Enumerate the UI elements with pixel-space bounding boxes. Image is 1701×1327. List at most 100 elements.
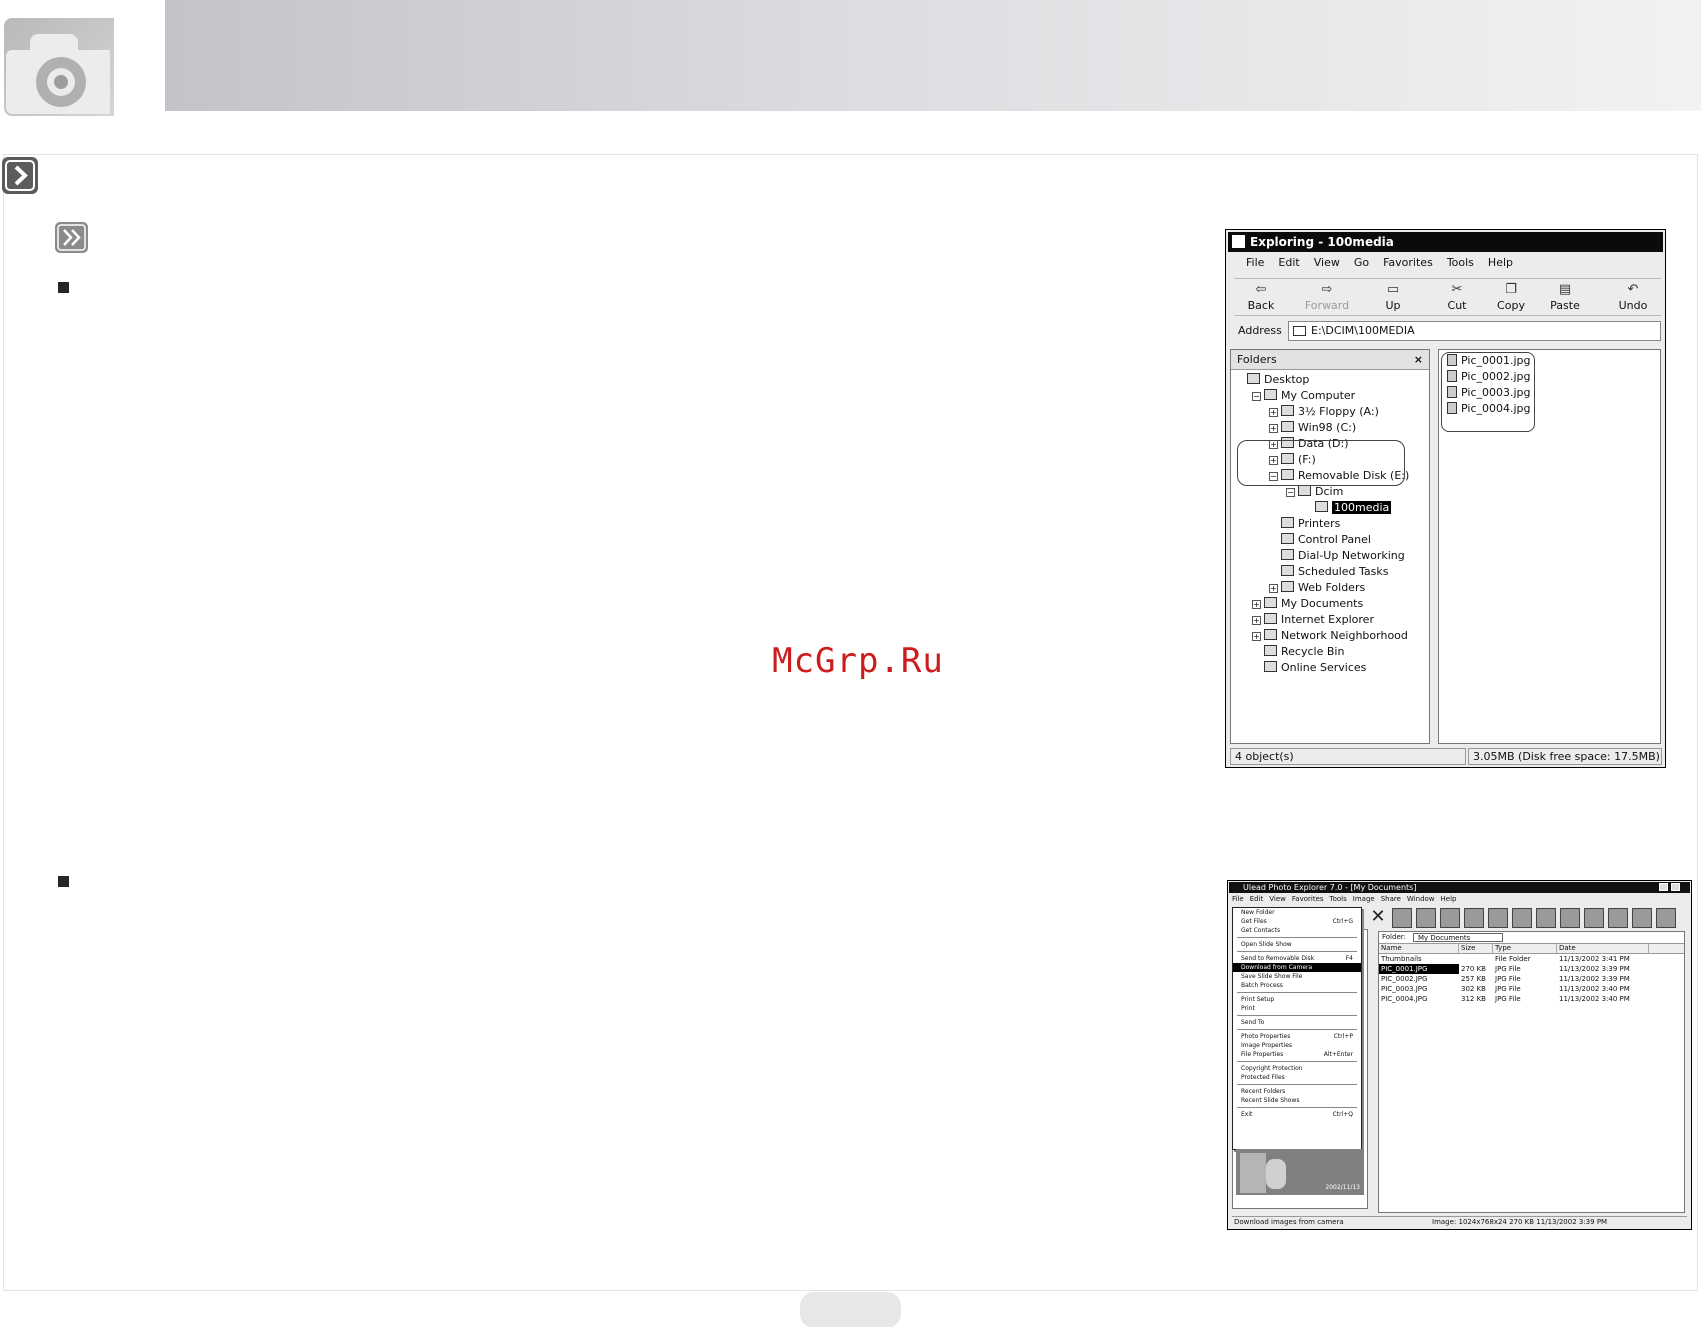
toolbar-icon[interactable] xyxy=(1536,908,1556,928)
column-date[interactable]: Date xyxy=(1557,944,1649,953)
file-menu-item[interactable]: Get Contacts xyxy=(1233,926,1361,935)
file-menu-item[interactable]: Copyright Protection xyxy=(1233,1064,1361,1073)
tree-item[interactable]: + My Documents xyxy=(1231,596,1429,612)
file-menu-item[interactable]: Photo Properties Ctrl+P xyxy=(1233,1032,1361,1041)
media-menu-item[interactable]: Tools xyxy=(1330,895,1347,905)
status-size: 3.05MB (Disk free space: 17.5MB) xyxy=(1468,748,1662,765)
cut-button[interactable]: ✂ Cut xyxy=(1434,281,1480,315)
table-cell-size xyxy=(1459,954,1493,964)
toolbar-icon[interactable] xyxy=(1656,908,1676,928)
tree-item[interactable]: + Web Folders xyxy=(1231,580,1429,596)
file-menu-item[interactable]: Recent Folders xyxy=(1233,1087,1361,1096)
tree-item[interactable]: + Network Neighborhood xyxy=(1231,628,1429,644)
tree-item[interactable]: Printers xyxy=(1231,516,1429,532)
toolbar-icon[interactable] xyxy=(1632,908,1652,928)
column-name[interactable]: Name xyxy=(1379,944,1459,953)
close-icon[interactable]: × xyxy=(1414,350,1423,370)
menu-file[interactable]: File xyxy=(1246,256,1264,272)
tree-item[interactable]: Recycle Bin xyxy=(1231,644,1429,660)
media-menu-item[interactable]: View xyxy=(1269,895,1286,905)
collapse-icon[interactable]: − xyxy=(1252,392,1261,401)
tree-item[interactable]: Scheduled Tasks xyxy=(1231,564,1429,580)
minimize-icon[interactable] xyxy=(1659,883,1668,891)
tree-item[interactable]: +3½ Floppy (A:) xyxy=(1231,404,1429,420)
expand-icon[interactable]: + xyxy=(1252,600,1261,609)
file-menu-item[interactable]: New Folder xyxy=(1233,908,1361,917)
address-input[interactable]: E:\DCIM\100MEDIA xyxy=(1288,321,1661,341)
toolbar-icon[interactable] xyxy=(1512,908,1532,928)
file-menu-item[interactable]: Print xyxy=(1233,1004,1361,1013)
file-menu-item[interactable]: Send to Removable Disk F4 xyxy=(1233,954,1361,963)
table-row[interactable]: PIC_0004.JPG 312 KB JPG File 11/13/2002 3:4… xyxy=(1379,994,1684,1004)
expand-icon[interactable]: + xyxy=(1252,616,1261,625)
file-menu-item[interactable]: Get Files Ctrl+G xyxy=(1233,917,1361,926)
table-row[interactable]: PIC_0002.JPG 257 KB JPG File 11/13/2002 3:3… xyxy=(1379,974,1684,984)
file-menu-item[interactable]: Recent Slide Shows xyxy=(1233,1096,1361,1105)
toolbar-icon[interactable] xyxy=(1440,908,1460,928)
toolbar-icon[interactable] xyxy=(1560,908,1580,928)
copy-button[interactable]: ❐ Copy xyxy=(1488,281,1534,315)
media-menu-item[interactable]: File xyxy=(1232,895,1244,905)
file-menu-item[interactable]: Download from Camera xyxy=(1233,963,1361,972)
column-size[interactable]: Size xyxy=(1459,944,1493,953)
expand-icon[interactable]: + xyxy=(1269,408,1278,417)
file-menu-item[interactable]: Exit Ctrl+Q xyxy=(1233,1110,1361,1119)
media-address-input[interactable]: My Documents xyxy=(1413,933,1503,942)
toolbar-icon[interactable] xyxy=(1392,908,1412,928)
menu-help[interactable]: Help xyxy=(1488,256,1513,272)
delete-icon[interactable]: ✕ xyxy=(1368,908,1388,928)
media-menu-item[interactable]: Favorites xyxy=(1292,895,1324,905)
menu-favorites[interactable]: Favorites xyxy=(1383,256,1433,272)
toolbar-icon[interactable] xyxy=(1488,908,1508,928)
tree-item[interactable]: − My Computer xyxy=(1231,388,1429,404)
toolbar-icon[interactable] xyxy=(1584,908,1604,928)
table-row[interactable]: PIC_0001.JPG 270 KB JPG File 11/13/2002 3:3… xyxy=(1379,964,1684,974)
menu-view[interactable]: View xyxy=(1314,256,1340,272)
paste-button[interactable]: ▤ Paste xyxy=(1542,281,1588,315)
file-menu-item[interactable]: Batch Process xyxy=(1233,981,1361,990)
media-menu-item[interactable]: Window xyxy=(1407,895,1435,905)
menu-go[interactable]: Go xyxy=(1354,256,1369,272)
close-icon[interactable] xyxy=(1671,883,1680,891)
file-menu-item[interactable]: Protected Files xyxy=(1233,1073,1361,1082)
file-menu-item[interactable]: Image Properties xyxy=(1233,1041,1361,1050)
media-menu-item[interactable]: Help xyxy=(1441,895,1457,905)
file-menu-item[interactable]: Send To xyxy=(1233,1018,1361,1027)
status-bar: 4 object(s) 3.05MB (Disk free space: 17.… xyxy=(1230,748,1662,765)
toolbar-icon[interactable] xyxy=(1608,908,1628,928)
tree-item[interactable]: − Dcim xyxy=(1231,484,1429,500)
table-row[interactable]: Thumbnails File Folder 11/13/2002 3:41 PM xyxy=(1379,954,1684,964)
tree-item[interactable]: Dial-Up Networking xyxy=(1231,548,1429,564)
file-menu-item[interactable]: Open Slide Show xyxy=(1233,940,1361,949)
tree-item[interactable]: + Internet Explorer xyxy=(1231,612,1429,628)
media-menu-item[interactable]: Edit xyxy=(1250,895,1264,905)
file-menu-item[interactable]: Save Slide Show File xyxy=(1233,972,1361,981)
column-type[interactable]: Type xyxy=(1493,944,1557,953)
file-menu-item[interactable]: File Properties Alt+Enter xyxy=(1233,1050,1361,1059)
tree-item[interactable]: Online Services xyxy=(1231,660,1429,676)
table-row[interactable]: PIC_0003.JPG 302 KB JPG File 11/13/2002 3:4… xyxy=(1379,984,1684,994)
tree-item[interactable]: 100media xyxy=(1231,500,1429,516)
collapse-icon[interactable]: − xyxy=(1286,488,1295,497)
tree-item[interactable]: + Win98 (C:) xyxy=(1231,420,1429,436)
tree-item-label: Dial-Up Networking xyxy=(1298,549,1405,562)
media-menu-item[interactable]: Image xyxy=(1353,895,1375,905)
expand-icon[interactable]: + xyxy=(1252,632,1261,641)
tree-item[interactable]: Desktop xyxy=(1231,372,1429,388)
back-button[interactable]: ⇦ Back xyxy=(1238,281,1284,315)
toolbar-icon[interactable] xyxy=(1416,908,1436,928)
menu-edit[interactable]: Edit xyxy=(1278,256,1299,272)
tree-item[interactable]: Control Panel xyxy=(1231,532,1429,548)
file-menu-item[interactable]: Print Setup xyxy=(1233,995,1361,1004)
tree-item-label: 3½ Floppy (A:) xyxy=(1298,405,1379,418)
forward-button[interactable]: ⇨ Forward xyxy=(1304,281,1350,315)
table-cell-name: PIC_0004.JPG xyxy=(1381,995,1428,1003)
undo-button[interactable]: ↶ Undo xyxy=(1610,281,1656,315)
expand-icon[interactable]: + xyxy=(1269,584,1278,593)
toolbar-icon[interactable] xyxy=(1464,908,1484,928)
up-button[interactable]: ▭ Up xyxy=(1370,281,1416,315)
file-menu-item-label: Get Contacts xyxy=(1241,927,1281,934)
media-menu-item[interactable]: Share xyxy=(1381,895,1401,905)
menu-tools[interactable]: Tools xyxy=(1447,256,1474,272)
expand-icon[interactable]: + xyxy=(1269,424,1278,433)
